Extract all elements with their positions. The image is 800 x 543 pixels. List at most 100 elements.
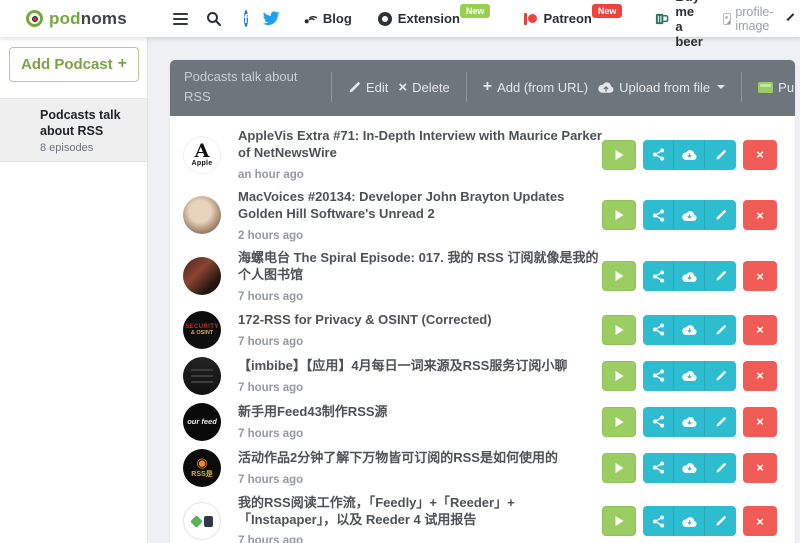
- delete-podcast-button[interactable]: × Delete: [398, 80, 449, 95]
- podcast-episode-count: 8 episodes: [40, 142, 137, 154]
- share-button[interactable]: [643, 506, 674, 536]
- delete-episode-button[interactable]: ×: [743, 506, 777, 536]
- download-button[interactable]: [674, 407, 705, 437]
- episode-timestamp: 2 hours ago: [238, 230, 602, 242]
- episode-thumbnail: [183, 196, 221, 234]
- download-button[interactable]: [674, 506, 705, 536]
- twitter-icon[interactable]: [262, 11, 280, 26]
- episode-thumbnail: ◉ RSS是: [183, 449, 221, 487]
- main-area: Podcasts talk about RSS Edit × Delete + …: [148, 37, 800, 543]
- search-icon[interactable]: [206, 11, 222, 27]
- blog-label: Blog: [323, 11, 352, 26]
- episode-title: AppleVis Extra #71: In-Depth Interview w…: [238, 128, 602, 162]
- episode-thumbnail: [183, 502, 221, 540]
- profile-menu[interactable]: profile-image: [723, 5, 778, 33]
- profile-image-alt-text: profile-image: [735, 5, 778, 33]
- chevron-down-icon[interactable]: [787, 13, 795, 21]
- delete-episode-button[interactable]: ×: [743, 453, 777, 483]
- edit-podcast-button[interactable]: Edit: [348, 80, 388, 95]
- plus-icon: +: [483, 79, 492, 95]
- edit-episode-button[interactable]: [705, 453, 736, 483]
- share-button[interactable]: [643, 261, 674, 291]
- episode-row: 海螺电台 The Spiral Episode: 017. 我的 RSS 订阅就…: [176, 246, 777, 307]
- delete-episode-button[interactable]: ×: [743, 200, 777, 230]
- upload-from-file-button[interactable]: Upload from file: [598, 80, 725, 95]
- hamburger-menu-icon[interactable]: [173, 13, 188, 25]
- episode-title: MacVoices #20134: Developer John Brayton…: [238, 189, 602, 223]
- episode-row: ◉ RSS是 活动作品2分钟了解下万物皆可订阅的RSS是如何使用的 7 hour…: [176, 445, 777, 491]
- episode-row: A Apple AppleVis Extra #71: In-Depth Int…: [176, 124, 777, 185]
- play-button[interactable]: [602, 315, 636, 345]
- share-button[interactable]: [643, 453, 674, 483]
- top-navbar: podnoms f Blog Extension New Patreon New…: [0, 0, 800, 37]
- share-button[interactable]: [643, 361, 674, 391]
- download-button[interactable]: [674, 140, 705, 170]
- play-button[interactable]: [602, 140, 636, 170]
- edit-episode-button[interactable]: [705, 315, 736, 345]
- delete-label: Delete: [412, 80, 450, 95]
- download-button[interactable]: [674, 361, 705, 391]
- episode-title: 【imbibe】【应用】4月每日一词来源及RSS服务订阅小聊: [238, 358, 567, 375]
- edit-episode-button[interactable]: [705, 200, 736, 230]
- sidebar-item-podcast[interactable]: Podcasts talk about RSS 8 episodes: [0, 98, 147, 162]
- play-button[interactable]: [602, 407, 636, 437]
- edit-episode-button[interactable]: [705, 506, 736, 536]
- play-button[interactable]: [602, 506, 636, 536]
- delete-episode-button[interactable]: ×: [743, 140, 777, 170]
- toolbar-divider: [331, 72, 332, 102]
- episode-list: A Apple AppleVis Extra #71: In-Depth Int…: [170, 116, 795, 543]
- x-icon: ×: [398, 80, 407, 95]
- edit-episode-button[interactable]: [705, 407, 736, 437]
- nav-extension-link[interactable]: Extension New: [378, 11, 497, 26]
- play-button[interactable]: [602, 200, 636, 230]
- episode-title: 海螺电台 The Spiral Episode: 017. 我的 RSS 订阅就…: [238, 250, 602, 284]
- broken-image-icon: [723, 13, 732, 25]
- episode-timestamp: 7 hours ago: [238, 428, 388, 440]
- share-button[interactable]: [643, 315, 674, 345]
- share-button[interactable]: [643, 140, 674, 170]
- episode-title: 活动作品2分钟了解下万物皆可订阅的RSS是如何使用的: [238, 450, 558, 467]
- play-button[interactable]: [602, 261, 636, 291]
- episode-title: 172-RSS for Privacy & OSINT (Corrected): [238, 312, 492, 329]
- episode-timestamp: an hour ago: [238, 169, 602, 181]
- edit-episode-button[interactable]: [705, 140, 736, 170]
- add-podcast-button[interactable]: Add Podcast +: [9, 47, 139, 82]
- episode-thumbnail: SECURITY & OSINT: [183, 311, 221, 349]
- edit-episode-button[interactable]: [705, 361, 736, 391]
- add-from-url-button[interactable]: + Add (from URL): [483, 79, 588, 95]
- nav-patreon-link[interactable]: Patreon New: [524, 11, 628, 26]
- share-button[interactable]: [643, 407, 674, 437]
- episode-row: our feed 新手用Feed43制作RSS源 7 hours ago: [176, 399, 777, 445]
- nav-beer-link[interactable]: Buy me a beer: [654, 0, 702, 49]
- share-button[interactable]: [643, 200, 674, 230]
- delete-episode-button[interactable]: ×: [743, 361, 777, 391]
- brand-logo[interactable]: podnoms: [26, 9, 127, 29]
- facebook-icon[interactable]: f: [244, 10, 248, 27]
- patreon-icon: [524, 13, 537, 25]
- toolbar-divider: [466, 72, 467, 102]
- page-title: Podcasts talk about RSS: [184, 67, 320, 107]
- cloud-upload-icon: [598, 81, 614, 93]
- episode-timestamp: 7 hours ago: [238, 336, 492, 348]
- episode-thumbnail: [183, 257, 221, 295]
- play-button[interactable]: [602, 453, 636, 483]
- pencil-icon: [348, 81, 361, 94]
- download-button[interactable]: [674, 315, 705, 345]
- delete-episode-button[interactable]: ×: [743, 315, 777, 345]
- add-podcast-label: Add Podcast: [21, 56, 113, 73]
- podnoms-logo-icon: [26, 10, 43, 27]
- nav-blog-link[interactable]: Blog: [302, 11, 352, 26]
- edit-episode-button[interactable]: [705, 261, 736, 291]
- download-button[interactable]: [674, 261, 705, 291]
- beer-mug-icon: [654, 12, 669, 26]
- episode-row: 【imbibe】【应用】4月每日一词来源及RSS服务订阅小聊 7 hours a…: [176, 353, 777, 399]
- public-page-button[interactable]: Public Page: [758, 80, 795, 95]
- play-button[interactable]: [602, 361, 636, 391]
- download-button[interactable]: [674, 200, 705, 230]
- episode-thumbnail: our feed: [183, 403, 221, 441]
- podcast-card: Podcasts talk about RSS Edit × Delete + …: [170, 60, 795, 543]
- delete-episode-button[interactable]: ×: [743, 261, 777, 291]
- plus-icon: +: [118, 55, 127, 73]
- delete-episode-button[interactable]: ×: [743, 407, 777, 437]
- download-button[interactable]: [674, 453, 705, 483]
